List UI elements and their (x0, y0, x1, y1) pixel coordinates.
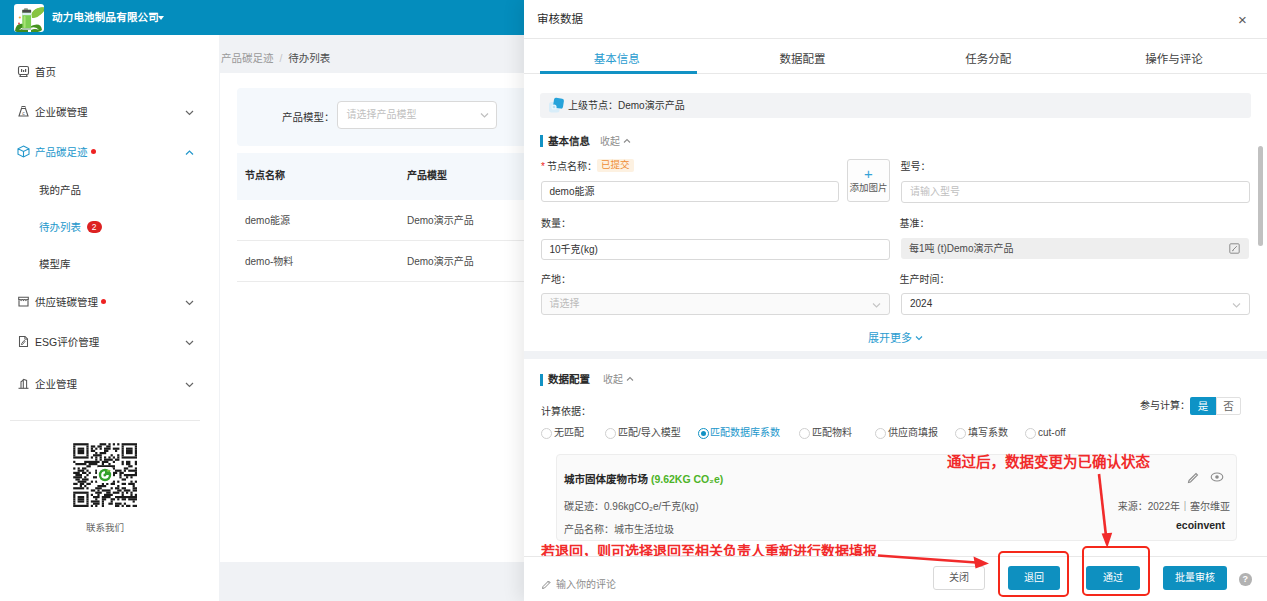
svg-text:c: c (22, 110, 25, 116)
